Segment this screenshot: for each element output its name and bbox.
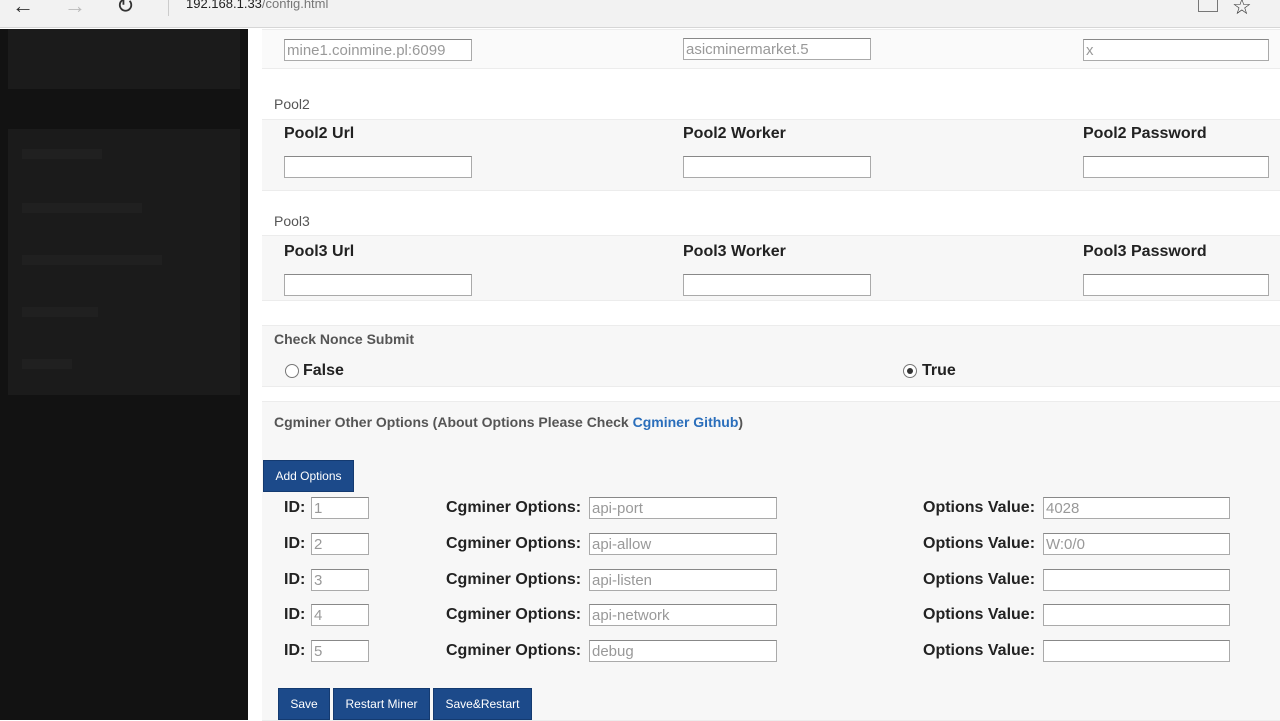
forward-arrow-icon[interactable]: → (64, 0, 86, 18)
option-id-label: ID: (284, 606, 306, 623)
pool3-url-input[interactable] (284, 274, 472, 296)
sidebar-item[interactable] (22, 307, 98, 317)
option-value-label: Options Value: (923, 535, 1036, 552)
save-button[interactable]: Save (278, 688, 330, 720)
reading-view-icon[interactable] (1198, 0, 1218, 12)
pool2-password-label: Pool2 Password (1083, 125, 1207, 142)
save-restart-button[interactable]: Save&Restart (433, 688, 532, 720)
cgminer-title: Cgminer Other Options (About Options Ple… (274, 414, 743, 430)
option-id-input[interactable] (311, 533, 369, 555)
sidebar-item[interactable] (22, 149, 102, 159)
pool2-url-input[interactable] (284, 156, 472, 178)
add-options-button[interactable]: Add Options (263, 460, 354, 492)
cgminer-title-prefix: Cgminer Other Options (About Options Ple… (274, 414, 633, 430)
option-id-label: ID: (284, 499, 306, 516)
sidebar-item[interactable] (22, 255, 162, 265)
cgminer-option-input[interactable] (589, 569, 777, 591)
option-value-input[interactable] (1043, 640, 1230, 662)
cgminer-title-suffix: ) (738, 414, 744, 430)
option-id-label: ID: (284, 571, 306, 588)
toolbar-divider (168, 0, 169, 16)
sidebar-header (8, 29, 240, 89)
option-id-label: ID: (284, 642, 306, 659)
option-value-label: Options Value: (923, 642, 1036, 659)
pool1-url-input[interactable] (284, 39, 472, 61)
cgminer-github-link[interactable]: Cgminer Github (633, 414, 739, 430)
nonce-true-radio[interactable] (903, 364, 917, 378)
nonce-false-radio[interactable] (285, 364, 299, 378)
option-value-input[interactable] (1043, 497, 1230, 519)
cgminer-option-input[interactable] (589, 533, 777, 555)
option-value-input[interactable] (1043, 604, 1230, 626)
option-value-input[interactable] (1043, 569, 1230, 591)
cgminer-option-label: Cgminer Options: (446, 606, 582, 623)
cgminer-section (262, 401, 1280, 721)
pool1-worker-input[interactable] (683, 38, 871, 60)
option-id-label: ID: (284, 535, 306, 552)
option-id-input[interactable] (311, 640, 369, 662)
sidebar (0, 29, 248, 720)
cgminer-option-input[interactable] (589, 497, 777, 519)
option-value-label: Options Value: (923, 571, 1036, 588)
option-id-input[interactable] (311, 604, 369, 626)
pool3-worker-label: Pool3 Worker (683, 243, 786, 260)
cgminer-option-label: Cgminer Options: (446, 499, 582, 516)
option-value-label: Options Value: (923, 499, 1036, 516)
option-id-input[interactable] (311, 569, 369, 591)
pool3-worker-input[interactable] (683, 274, 871, 296)
option-id-input[interactable] (311, 497, 369, 519)
pool3-password-label: Pool3 Password (1083, 243, 1207, 260)
cgminer-option-label: Cgminer Options: (446, 642, 582, 659)
browser-toolbar: ← → ↻ 192.168.1.33/config.html ☆ (0, 0, 1280, 28)
pool2-title: Pool2 (274, 96, 310, 112)
pool2-url-label: Pool2 Url (284, 125, 355, 142)
option-value-label: Options Value: (923, 606, 1036, 623)
url-host: 192.168.1.33 (186, 0, 262, 11)
refresh-icon[interactable]: ↻ (116, 0, 134, 18)
sidebar-item[interactable] (22, 203, 142, 213)
pool2-password-input[interactable] (1083, 156, 1269, 178)
favorite-star-icon[interactable]: ☆ (1232, 0, 1252, 20)
option-value-input[interactable] (1043, 533, 1230, 555)
cgminer-option-input[interactable] (589, 640, 777, 662)
pool3-title: Pool3 (274, 213, 310, 229)
cgminer-option-label: Cgminer Options: (446, 535, 582, 552)
config-panel: Pool2 Pool2 Url Pool2 Worker Pool2 Passw… (248, 29, 1280, 721)
nonce-title: Check Nonce Submit (274, 331, 415, 347)
restart-miner-button[interactable]: Restart Miner (333, 688, 430, 720)
nonce-section (262, 325, 1280, 387)
url-path: /config.html (261, 0, 329, 11)
pool2-worker-input[interactable] (683, 156, 871, 178)
nonce-true-label: True (922, 362, 956, 379)
sidebar-item[interactable] (22, 359, 72, 369)
back-arrow-icon[interactable]: ← (12, 0, 34, 18)
cgminer-option-label: Cgminer Options: (446, 571, 582, 588)
pool1-password-input[interactable] (1083, 39, 1269, 61)
cgminer-option-input[interactable] (589, 604, 777, 626)
pool2-worker-label: Pool2 Worker (683, 125, 786, 142)
address-bar[interactable]: 192.168.1.33/config.html (186, 0, 328, 11)
pool3-password-input[interactable] (1083, 274, 1269, 296)
pool3-url-label: Pool3 Url (284, 243, 355, 260)
nonce-false-label: False (303, 362, 344, 379)
